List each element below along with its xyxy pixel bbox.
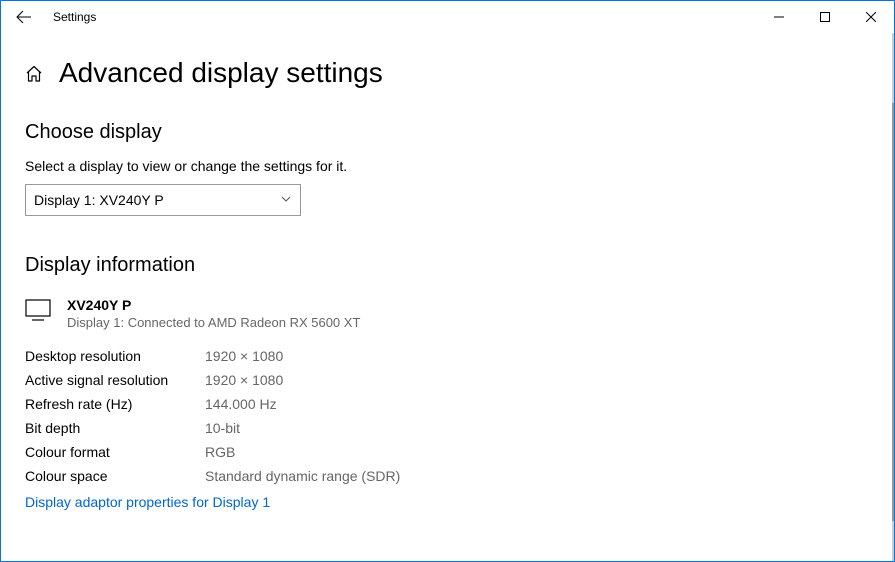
info-label: Colour format	[25, 444, 205, 460]
info-value: Standard dynamic range (SDR)	[205, 468, 870, 484]
scrollbar-thumb[interactable]	[892, 103, 894, 521]
info-value: 144.000 Hz	[205, 396, 870, 412]
titlebar: Settings	[1, 1, 894, 33]
minimize-icon	[774, 12, 784, 22]
chevron-down-icon	[280, 192, 292, 208]
display-info-table: Desktop resolution 1920 × 1080 Active si…	[25, 348, 870, 484]
dropdown-value: Display 1: XV240Y P	[34, 192, 164, 208]
close-icon	[866, 12, 876, 22]
display-information-heading: Display information	[25, 254, 870, 277]
device-subtext: Display 1: Connected to AMD Radeon RX 56…	[67, 315, 360, 330]
close-button[interactable]	[848, 1, 894, 33]
choose-display-heading: Choose display	[25, 121, 870, 144]
back-button[interactable]	[1, 1, 47, 33]
home-icon[interactable]	[25, 65, 43, 86]
info-label: Colour space	[25, 468, 205, 484]
minimize-button[interactable]	[756, 1, 802, 33]
info-value: RGB	[205, 444, 870, 460]
window-controls	[756, 1, 894, 33]
window-title: Settings	[53, 10, 96, 24]
info-label: Refresh rate (Hz)	[25, 396, 205, 412]
info-label: Desktop resolution	[25, 348, 205, 364]
choose-display-subtext: Select a display to view or change the s…	[25, 158, 870, 174]
back-arrow-icon	[16, 9, 32, 25]
page-header: Advanced display settings	[25, 57, 870, 89]
content-area: Advanced display settings Choose display…	[1, 33, 894, 561]
maximize-icon	[820, 12, 830, 22]
display-selector-dropdown[interactable]: Display 1: XV240Y P	[25, 184, 301, 216]
maximize-button[interactable]	[802, 1, 848, 33]
titlebar-left: Settings	[1, 1, 96, 33]
device-row: XV240Y P Display 1: Connected to AMD Rad…	[25, 297, 870, 330]
info-value: 1920 × 1080	[205, 348, 870, 364]
info-value: 10-bit	[205, 420, 870, 436]
device-name: XV240Y P	[67, 297, 360, 313]
info-label: Active signal resolution	[25, 372, 205, 388]
info-value: 1920 × 1080	[205, 372, 870, 388]
monitor-icon	[25, 299, 51, 324]
info-label: Bit depth	[25, 420, 205, 436]
page-title: Advanced display settings	[59, 57, 383, 89]
adaptor-properties-link[interactable]: Display adaptor properties for Display 1	[25, 494, 270, 510]
